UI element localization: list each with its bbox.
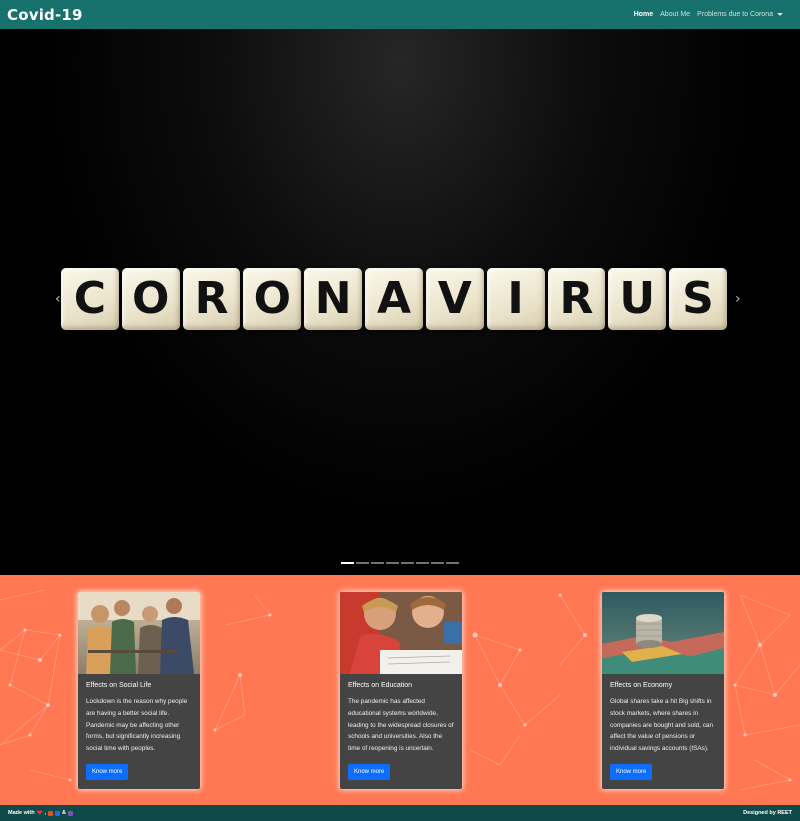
card-body: Effects on Education The pandemic has af… <box>340 674 462 755</box>
and-label: & <box>62 810 66 816</box>
made-with-label: Made with <box>8 810 35 816</box>
letter-tile: O <box>243 268 302 330</box>
letter-tile: O <box>121 268 180 330</box>
card-text: Lockdown is the reason why people are ha… <box>86 698 188 753</box>
carousel-indicator[interactable] <box>341 562 354 564</box>
card-text: Global shares take a hit Big shifts in s… <box>610 698 714 753</box>
caret-down-icon <box>777 12 783 16</box>
carousel-indicator[interactable] <box>446 562 459 564</box>
card-body: Effects on Social Life Lockdown is the r… <box>78 674 200 755</box>
navbar: Covid-19 Home About Me Problems due to C… <box>0 0 800 29</box>
chevron-left-icon[interactable]: ‹ <box>55 291 61 307</box>
letter-tile: R <box>547 268 606 330</box>
letter-tile: S <box>669 268 727 330</box>
nav-problems-dropdown[interactable]: Problems due to Corona <box>697 11 783 18</box>
nav-about-me[interactable]: About Me <box>660 11 690 18</box>
letter-tile: C <box>61 268 119 330</box>
card-title: Effects on Economy <box>610 682 673 689</box>
carousel-indicators <box>341 562 459 564</box>
carousel-indicator[interactable] <box>401 562 414 564</box>
know-more-button[interactable]: Know more <box>610 764 653 780</box>
letter-tile: U <box>608 268 667 330</box>
letter-tile: R <box>182 268 241 330</box>
hero-carousel: C O R O N A V I R U S ‹ › <box>0 29 800 575</box>
nav-problems-label: Problems due to Corona <box>697 11 773 18</box>
coronavirus-tiles-image: C O R O N A V I R U S <box>61 268 727 330</box>
know-more-button[interactable]: Know more <box>348 764 391 780</box>
card-body: Effects on Economy Global shares take a … <box>602 674 724 755</box>
made-with-credit: Made with ❤ , & <box>8 809 73 817</box>
card-text: The pandemic has affected educational sy… <box>348 698 454 753</box>
carousel-indicator[interactable] <box>386 562 399 564</box>
footer: Made with ❤ , & Designed by REET <box>0 805 800 821</box>
effects-section: Effects on Social Life Lockdown is the r… <box>0 575 800 805</box>
card-economy: Effects on Economy Global shares take a … <box>602 592 724 789</box>
css-icon <box>55 810 60 816</box>
letter-tile: V <box>425 268 484 330</box>
chevron-right-icon[interactable]: › <box>735 291 741 307</box>
carousel-indicator[interactable] <box>356 562 369 564</box>
carousel-indicator[interactable] <box>416 562 429 564</box>
heart-icon: ❤ <box>36 810 43 817</box>
letter-tile: A <box>365 268 423 330</box>
brand-logo[interactable]: Covid-19 <box>7 6 83 24</box>
letter-tile: I <box>486 268 545 330</box>
html-icon <box>48 810 53 816</box>
coins-money-photo <box>602 592 724 674</box>
carousel-indicator[interactable] <box>431 562 444 564</box>
card-education: Effects on Education The pandemic has af… <box>340 592 462 789</box>
bootstrap-icon <box>67 810 73 816</box>
children-studying-photo <box>340 592 462 674</box>
carousel-indicator[interactable] <box>371 562 384 564</box>
card-title: Effects on Social Life <box>86 682 152 689</box>
nav-links: Home About Me Problems due to Corona <box>634 11 793 18</box>
know-more-button[interactable]: Know more <box>86 764 129 780</box>
card-social-life: Effects on Social Life Lockdown is the r… <box>78 592 200 789</box>
nav-home[interactable]: Home <box>634 11 653 18</box>
designed-by-credit: Designed by REET <box>743 810 792 816</box>
separator-comma: , <box>44 810 46 816</box>
card-title: Effects on Education <box>348 682 413 689</box>
friends-photo <box>78 592 200 674</box>
letter-tile: N <box>304 268 363 330</box>
